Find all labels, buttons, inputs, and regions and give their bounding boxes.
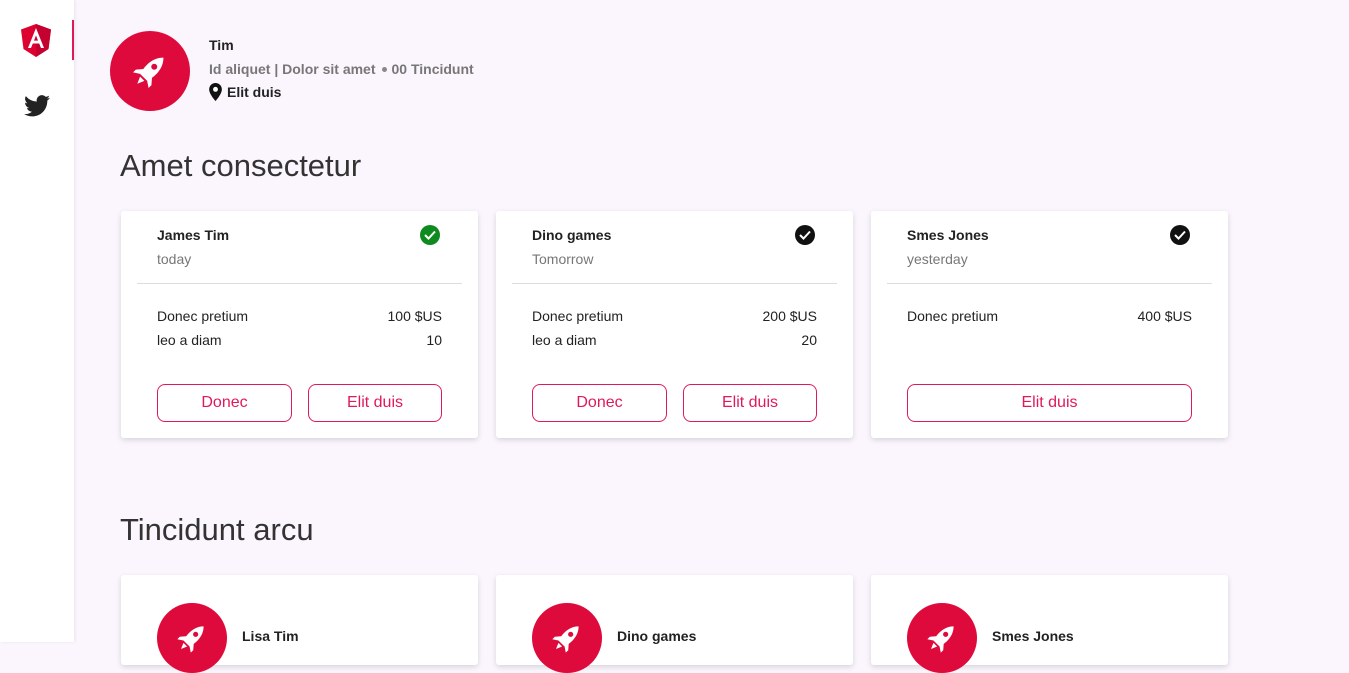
profile-meta-left: Id aliquet | Dolor sit amet	[209, 61, 376, 77]
line-label: leo a diam	[532, 332, 597, 348]
divider	[887, 283, 1212, 284]
separator-dot	[381, 66, 387, 72]
profile-location-text: Elit duis	[227, 84, 282, 100]
angular-icon	[21, 23, 51, 57]
avatar	[157, 603, 227, 673]
avatar	[532, 603, 602, 673]
line-label: Donec pretium	[157, 308, 249, 324]
check-circle-icon	[420, 225, 440, 245]
profile-meta-right: 00 Tincidunt	[391, 61, 474, 77]
donec-button[interactable]: Donec	[532, 384, 667, 422]
card-line: Donec pretium 100 $US	[157, 308, 442, 324]
line-value: 20	[801, 332, 817, 348]
twitter-icon	[24, 95, 50, 117]
card: James Tim today Donec pretium 100 $US le…	[121, 211, 478, 438]
rocket-icon	[177, 626, 204, 653]
avatar	[907, 603, 977, 673]
card-line: leo a diam 20	[532, 332, 817, 348]
card-line: Donec pretium 200 $US	[532, 308, 817, 324]
line-value: 10	[426, 332, 442, 348]
card: Dino games	[496, 575, 853, 673]
location-pin-icon	[209, 83, 222, 101]
sidebar	[0, 0, 74, 642]
rocket-icon	[133, 57, 164, 88]
profile-location: Elit duis	[209, 83, 281, 101]
section-title-tincidunt: Tincidunt arcu	[120, 512, 314, 547]
line-value: 200 $US	[762, 308, 817, 324]
profile-name: Tim	[209, 37, 234, 53]
elit-duis-button[interactable]: Elit duis	[308, 384, 442, 422]
profile-meta: Id aliquet | Dolor sit amet 00 Tincidunt	[209, 61, 474, 77]
divider	[512, 283, 837, 284]
divider	[137, 283, 462, 284]
card: Lisa Tim	[121, 575, 478, 673]
line-label: leo a diam	[157, 332, 222, 348]
section-title-amet: Amet consectetur	[120, 148, 362, 183]
line-value: 100 $US	[387, 308, 442, 324]
card-line: leo a diam 10	[157, 332, 442, 348]
card: Dino games Tomorrow Donec pretium 200 $U…	[496, 211, 853, 438]
rocket-icon	[552, 626, 579, 653]
card: Smes Jones	[871, 575, 1228, 673]
card-name: James Tim	[157, 227, 230, 243]
card-date: today	[157, 251, 192, 267]
elit-duis-button[interactable]: Elit duis	[683, 384, 817, 422]
check-circle-icon	[795, 225, 815, 245]
line-label: Donec pretium	[532, 308, 624, 324]
card-date: Tomorrow	[532, 251, 594, 267]
card-line: Donec pretium 400 $US	[907, 308, 1192, 324]
avatar	[110, 31, 190, 111]
sidebar-item-twitter[interactable]	[0, 86, 74, 126]
donec-button[interactable]: Donec	[157, 384, 292, 422]
sidebar-item-angular[interactable]	[0, 20, 74, 60]
card-date: yesterday	[907, 251, 968, 267]
card-name: Dino games	[532, 227, 612, 243]
line-label: Donec pretium	[907, 308, 999, 324]
rocket-icon	[927, 626, 954, 653]
line-value: 400 $US	[1137, 308, 1192, 324]
check-circle-icon	[1170, 225, 1190, 245]
elit-duis-button[interactable]: Elit duis	[907, 384, 1192, 422]
card: Smes Jones yesterday Donec pretium 400 $…	[871, 211, 1228, 438]
card-name: Smes Jones	[907, 227, 989, 243]
